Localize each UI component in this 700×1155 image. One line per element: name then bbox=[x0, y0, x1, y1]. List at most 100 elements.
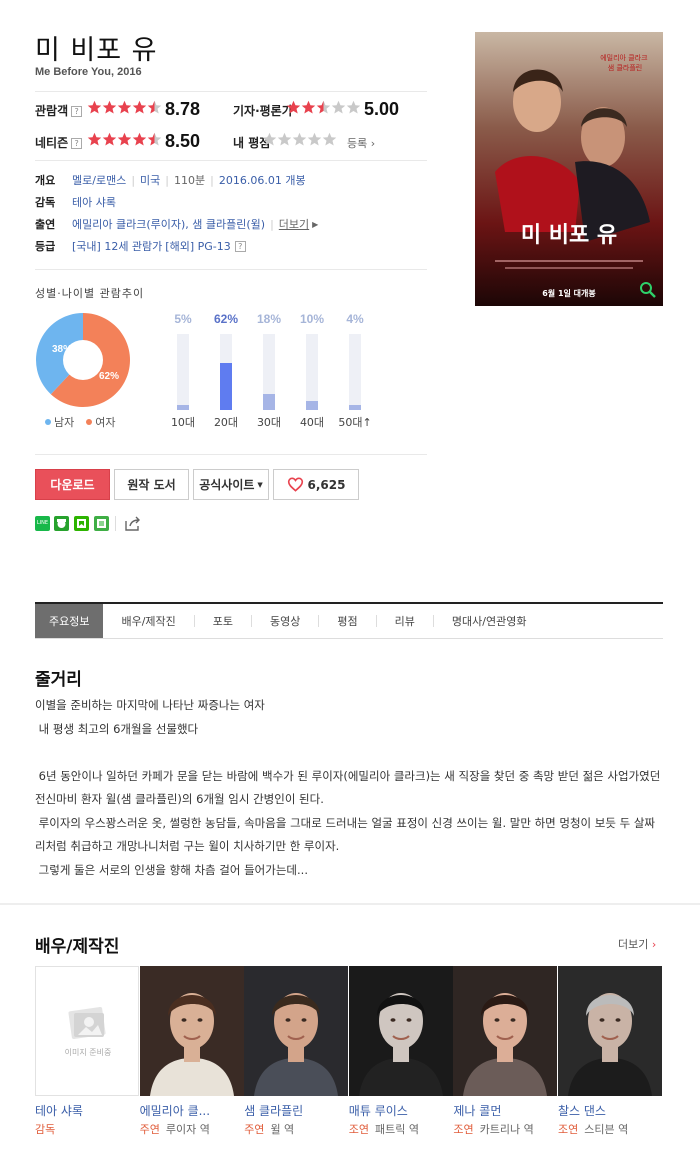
cast-card[interactable]: 샘 클라플린주연 윌 역 bbox=[244, 966, 349, 1137]
age-bar-1: 62% 20대 bbox=[206, 312, 246, 432]
cast-photo[interactable] bbox=[244, 966, 349, 1096]
cast-more-link[interactable]: 더보기 › bbox=[618, 936, 656, 952]
official-site-button[interactable]: 공식사이트 ▼ bbox=[193, 469, 269, 500]
age-bar-value: 18% bbox=[256, 312, 282, 326]
divider bbox=[115, 516, 116, 531]
trend-title: 성별·나이별 관람추이 bbox=[35, 287, 145, 300]
age-bar-0: 5% 10대 bbox=[163, 312, 203, 432]
overview-row: 개요 멜로/로맨스 | 미국 | 110분 | 2016.06.01 개봉 bbox=[35, 172, 306, 188]
cast-photo[interactable] bbox=[453, 966, 558, 1096]
age-bar-label: 30대 bbox=[256, 416, 282, 429]
critic-score: 5.00 bbox=[364, 99, 400, 119]
cast-card[interactable]: 제나 콜먼조연 카트리나 역 bbox=[453, 966, 558, 1137]
cafe-share-icon[interactable] bbox=[94, 516, 109, 531]
age-bar-label: 20대 bbox=[213, 416, 239, 429]
cast-role-type: 조연 bbox=[348, 1123, 370, 1136]
register-rating-link[interactable]: 등록 › bbox=[347, 135, 375, 151]
age-bar-fill bbox=[349, 405, 361, 410]
tab-4[interactable]: 평점 bbox=[319, 604, 375, 638]
help-icon[interactable]: ? bbox=[71, 106, 83, 117]
grade-abroad-link[interactable]: [해외] PG-13 bbox=[165, 238, 230, 254]
star-icon bbox=[147, 132, 162, 146]
original-book-button[interactable]: 원작 도서 bbox=[114, 469, 189, 500]
cast-photo[interactable] bbox=[348, 966, 453, 1096]
genre-link[interactable]: 멜로/로맨스 bbox=[72, 172, 126, 188]
release-date-link[interactable]: 2016.06.01 개봉 bbox=[219, 172, 306, 188]
synopsis-line: 6년 동안이나 일하던 카페가 문을 닫는 바람에 백수가 된 루이자(에밀리아… bbox=[35, 768, 664, 807]
grade-kr-link[interactable]: [국내] 12세 관람가 bbox=[72, 238, 162, 254]
tab-6[interactable]: 명대사/연관영화 bbox=[434, 604, 545, 638]
cast-role: 주연 윌 역 bbox=[244, 1121, 348, 1137]
cast-card[interactable]: 에밀리아 클... 주연 루이자 역 bbox=[139, 966, 244, 1137]
tab-3[interactable]: 동영상 bbox=[252, 604, 318, 638]
section-divider bbox=[0, 903, 700, 905]
age-bar-fill bbox=[306, 400, 318, 410]
star-icon bbox=[322, 132, 337, 146]
cast-photo[interactable] bbox=[139, 966, 244, 1096]
help-icon[interactable]: ? bbox=[71, 138, 83, 149]
cast-name[interactable]: 매튜 루이스 bbox=[349, 1102, 453, 1119]
age-bar-3: 10% 40대 bbox=[292, 312, 332, 432]
synopsis-line: 내 평생 최고의 6개월을 선물했다 bbox=[35, 721, 199, 736]
age-bar-value: 4% bbox=[346, 312, 364, 326]
cast-photo[interactable] bbox=[558, 966, 662, 1096]
cast-links[interactable]: 에밀리아 클라크(루이자), 샘 클라플린(윌) bbox=[72, 216, 265, 232]
cast-row: 출연 에밀리아 클라크(루이자), 샘 클라플린(윌) | 더보기 ▶ bbox=[35, 216, 319, 232]
my-rating-stars[interactable] bbox=[262, 132, 337, 147]
star-icon bbox=[316, 100, 331, 114]
star-icon bbox=[132, 132, 147, 146]
cast-role: 조연 카트리나 역 bbox=[453, 1121, 557, 1137]
cast-role: 주연 루이자 역 bbox=[140, 1121, 244, 1137]
cast-card[interactable]: 찰스 댄스조연 스티븐 역 bbox=[558, 966, 662, 1137]
synopsis-line: 그렇게 둘은 서로의 인생을 향해 차츰 걸어 들어가는데... bbox=[35, 862, 308, 877]
age-bar-value: 10% bbox=[299, 312, 325, 326]
no-image-label: 이미지 준비중 bbox=[64, 1048, 112, 1057]
cast-role-type: 주연 bbox=[244, 1123, 265, 1136]
grade-key: 등급 bbox=[35, 240, 56, 253]
country-link[interactable]: 미국 bbox=[140, 172, 160, 188]
cast-more-link[interactable]: 더보기 bbox=[279, 216, 309, 232]
cast-card[interactable]: 이미지 준비중 테아 샤록 감독 bbox=[35, 966, 139, 1137]
cast-name[interactable]: 샘 클라플린 bbox=[244, 1102, 348, 1119]
cast-name[interactable]: 제나 콜먼 bbox=[453, 1102, 557, 1119]
blog-share-icon[interactable] bbox=[74, 516, 89, 531]
age-bar-track bbox=[349, 334, 361, 410]
age-bar-chart: 5% 10대 62% 20대 18% 30대 10% 40대 4% 50대↑ bbox=[163, 312, 393, 432]
download-button[interactable]: 다운로드 bbox=[35, 469, 110, 500]
poster-stars-2: 샘 클라플린 bbox=[608, 63, 642, 72]
netizen-label: 네티즌? bbox=[35, 134, 83, 151]
cast-character: 스티븐 역 bbox=[584, 1123, 629, 1136]
tab-0[interactable]: 주요정보 bbox=[35, 604, 104, 638]
tab-2[interactable]: 포토 bbox=[195, 604, 251, 638]
help-icon[interactable]: ? bbox=[234, 240, 246, 252]
cast-photo[interactable]: 이미지 준비중 bbox=[35, 966, 139, 1096]
cast-card[interactable]: 매튜 루이스조연 패트릭 역 bbox=[348, 966, 453, 1137]
cast-role: 조연 스티븐 역 bbox=[558, 1121, 662, 1137]
age-bar-value: 62% bbox=[213, 312, 239, 326]
cast-role: 조연 패트릭 역 bbox=[349, 1121, 453, 1137]
like-button[interactable]: 6,625 bbox=[273, 469, 359, 500]
movie-poster[interactable]: 미 비포 유 에밀리아 클라크 샘 클라플린 6월 1일 대개봉 bbox=[475, 32, 663, 306]
heart-icon bbox=[287, 477, 303, 492]
director-row: 감독 테아 샤록 bbox=[35, 194, 116, 210]
band-share-icon[interactable] bbox=[54, 516, 69, 531]
age-bar-value: 5% bbox=[174, 312, 192, 326]
director-link[interactable]: 테아 샤록 bbox=[72, 194, 116, 210]
line-share-icon[interactable]: LINE bbox=[35, 516, 50, 531]
star-icon bbox=[87, 132, 102, 146]
cast-name[interactable]: 찰스 댄스 bbox=[558, 1102, 662, 1119]
share-icon[interactable] bbox=[124, 515, 142, 532]
age-bar-2: 18% 30대 bbox=[249, 312, 289, 432]
star-icon bbox=[292, 132, 307, 146]
tab-1[interactable]: 배우/제작진 bbox=[103, 604, 193, 638]
cast-key: 출연 bbox=[35, 218, 56, 231]
cast-name[interactable]: 에밀리아 클... bbox=[140, 1102, 244, 1119]
star-icon bbox=[331, 100, 346, 114]
female-pct-label: 62% bbox=[99, 371, 119, 382]
tab-5[interactable]: 리뷰 bbox=[377, 604, 433, 638]
star-icon bbox=[346, 100, 361, 114]
cast-name[interactable]: 테아 샤록 bbox=[35, 1102, 139, 1119]
age-bar-track bbox=[263, 334, 275, 410]
star-icon bbox=[87, 100, 102, 114]
poster-title: 미 비포 유 bbox=[521, 223, 617, 248]
